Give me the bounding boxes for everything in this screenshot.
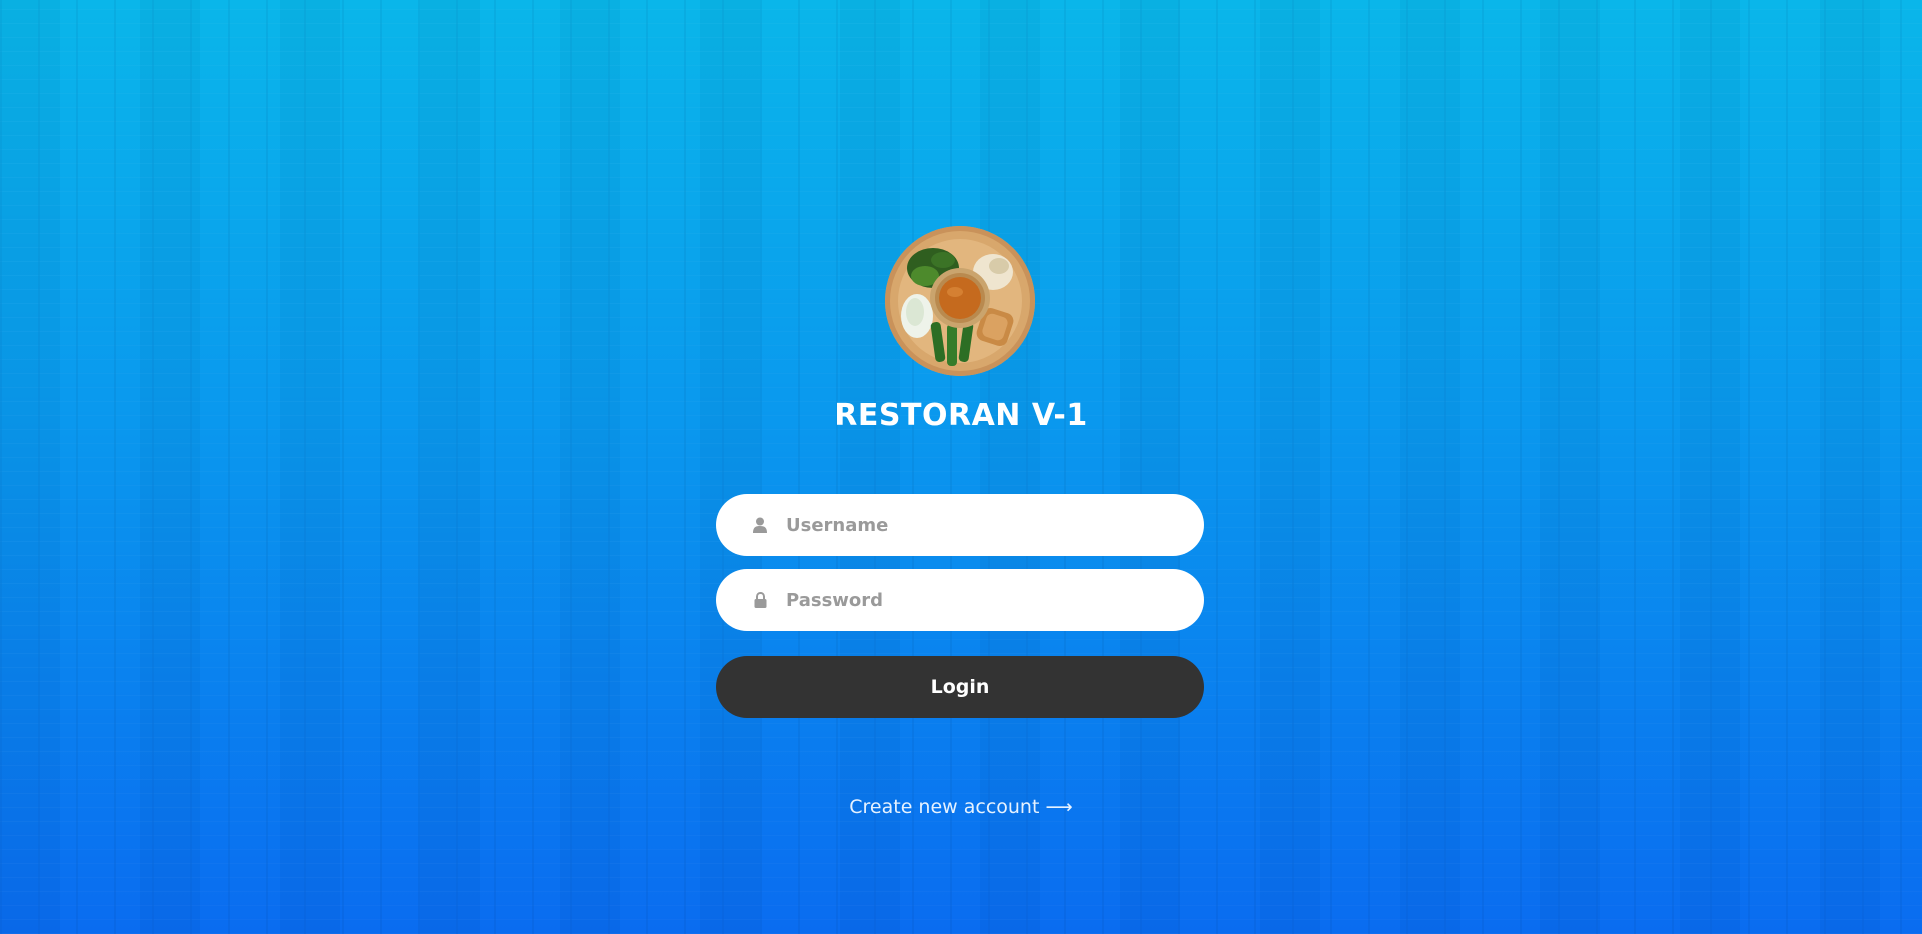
- create-account-row: Create new account ⟶: [0, 796, 1922, 818]
- lock-icon: [752, 591, 768, 609]
- password-field[interactable]: [716, 569, 1204, 631]
- create-account-link[interactable]: Create new account ⟶: [849, 796, 1072, 818]
- login-page: RESTORAN V-1 Login Create new account ⟶: [0, 0, 1922, 934]
- login-button[interactable]: Login: [716, 656, 1204, 718]
- create-account-label: Create new account: [849, 796, 1040, 818]
- password-input[interactable]: [786, 589, 1166, 611]
- user-icon: [752, 516, 768, 534]
- app-title: RESTORAN V-1: [834, 398, 1088, 433]
- arrow-right-icon: ⟶: [1045, 796, 1073, 818]
- food-plate-logo-image: [885, 226, 1035, 376]
- restaurant-logo: [885, 226, 1035, 376]
- username-field[interactable]: [716, 494, 1204, 556]
- username-input[interactable]: [786, 514, 1166, 536]
